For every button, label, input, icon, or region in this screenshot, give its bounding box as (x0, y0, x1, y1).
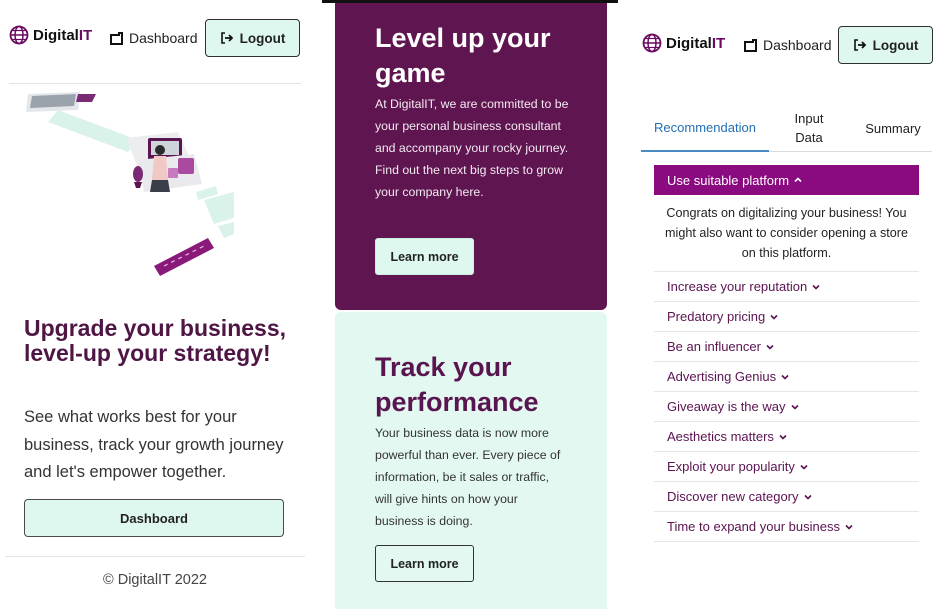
accordion-item[interactable]: Discover new category (654, 482, 919, 512)
accordion-item-label: Discover new category (667, 489, 799, 504)
divider (9, 83, 301, 84)
accordion-item[interactable]: Be an influencer (654, 332, 919, 362)
tab-summary[interactable]: Summary (853, 104, 933, 152)
nav-dashboard-label: Dashboard (129, 30, 198, 46)
card-title: Track your performance (375, 352, 539, 417)
brand-name-prefix: Digital (33, 26, 79, 44)
hero-illustration (26, 92, 234, 276)
accordion-item-label: Time to expand your business (667, 519, 840, 534)
tab-bar: Recommendation Input Data Summary (641, 104, 932, 152)
accordion-item[interactable]: Giveaway is the way (654, 392, 919, 422)
brand-name-suffix: IT (78, 26, 93, 44)
accordion-item-label: Be an influencer (667, 339, 761, 354)
logout-icon (220, 32, 233, 44)
chevron-up-icon (794, 177, 802, 183)
chevron-down-icon (781, 374, 789, 380)
features-panel: Level up your game At DigitalIT, we are … (322, 0, 618, 609)
recommendation-accordion: Use suitable platform Congrats on digita… (654, 165, 919, 542)
chevron-down-icon (812, 284, 820, 290)
accordion-item[interactable]: Advertising Genius (654, 362, 919, 392)
logout-icon (853, 39, 866, 51)
brand-logo[interactable]: Digital IT (9, 25, 92, 45)
dashboard-button[interactable]: Dashboard (24, 499, 284, 537)
chevron-down-icon (770, 314, 778, 320)
accordion-body: Congrats on digitalizing your business! … (654, 195, 919, 272)
dashboard-icon (110, 31, 123, 45)
chevron-down-icon (779, 434, 787, 440)
globe-icon (642, 33, 662, 53)
feature-card-track-content: Track your performance Your business dat… (335, 0, 607, 609)
card-body: Your business data is now more powerful … (375, 426, 561, 528)
accordion-item-label: Aesthetics matters (667, 429, 774, 444)
footer-divider (5, 556, 305, 557)
learn-more-button[interactable]: Learn more (375, 545, 474, 582)
chevron-down-icon (845, 524, 853, 530)
dashboard-panel: Digital IT Dashboard Logout Recommendatio… (632, 0, 942, 609)
brand-logo[interactable]: Digital IT (642, 33, 725, 53)
brand-name-suffix: IT (711, 34, 726, 52)
accordion-item[interactable]: Exploit your popularity (654, 452, 919, 482)
logout-label: Logout (239, 30, 286, 46)
logout-button[interactable]: Logout (205, 19, 300, 57)
landing-panel: Digital IT Dashboard Logout Upgrade your … (0, 0, 310, 609)
chevron-down-icon (803, 494, 812, 500)
brand-name-prefix: Digital (666, 34, 712, 52)
footer-copyright: © DigitalIT 2022 (103, 572, 207, 588)
accordion-header-open[interactable]: Use suitable platform (654, 165, 919, 195)
accordion-item[interactable]: Time to expand your business (654, 512, 919, 542)
accordion-item-label: Exploit your popularity (667, 459, 795, 474)
accordion-item[interactable]: Predatory pricing (654, 302, 919, 332)
accordion-item-label: Predatory pricing (667, 309, 766, 324)
dashboard-icon (744, 38, 757, 52)
globe-icon (9, 25, 29, 45)
tab-input-data[interactable]: Input Data (781, 104, 837, 152)
nav-dashboard-label: Dashboard (763, 37, 832, 53)
logout-label: Logout (872, 37, 919, 53)
hero-headline: Upgrade your business, level-up your str… (24, 315, 287, 366)
accordion-title: Use suitable platform (667, 172, 790, 188)
chevron-down-icon (790, 404, 799, 410)
nav-dashboard-link[interactable]: Dashboard (110, 30, 198, 46)
accordion-item-label: Advertising Genius (667, 369, 777, 384)
chevron-down-icon (766, 344, 774, 350)
logout-button[interactable]: Logout (838, 26, 933, 64)
accordion-item-label: Giveaway is the way (667, 399, 786, 414)
accordion-item-label: Increase your reputation (667, 279, 808, 294)
nav-dashboard-link[interactable]: Dashboard (744, 37, 832, 53)
hero-paragraph: See what works best for your business, t… (24, 408, 284, 481)
tab-recommendation[interactable]: Recommendation (641, 104, 769, 152)
accordion-item[interactable]: Increase your reputation (654, 272, 919, 302)
accordion-item[interactable]: Aesthetics matters (654, 422, 919, 452)
chevron-down-icon (800, 464, 808, 470)
